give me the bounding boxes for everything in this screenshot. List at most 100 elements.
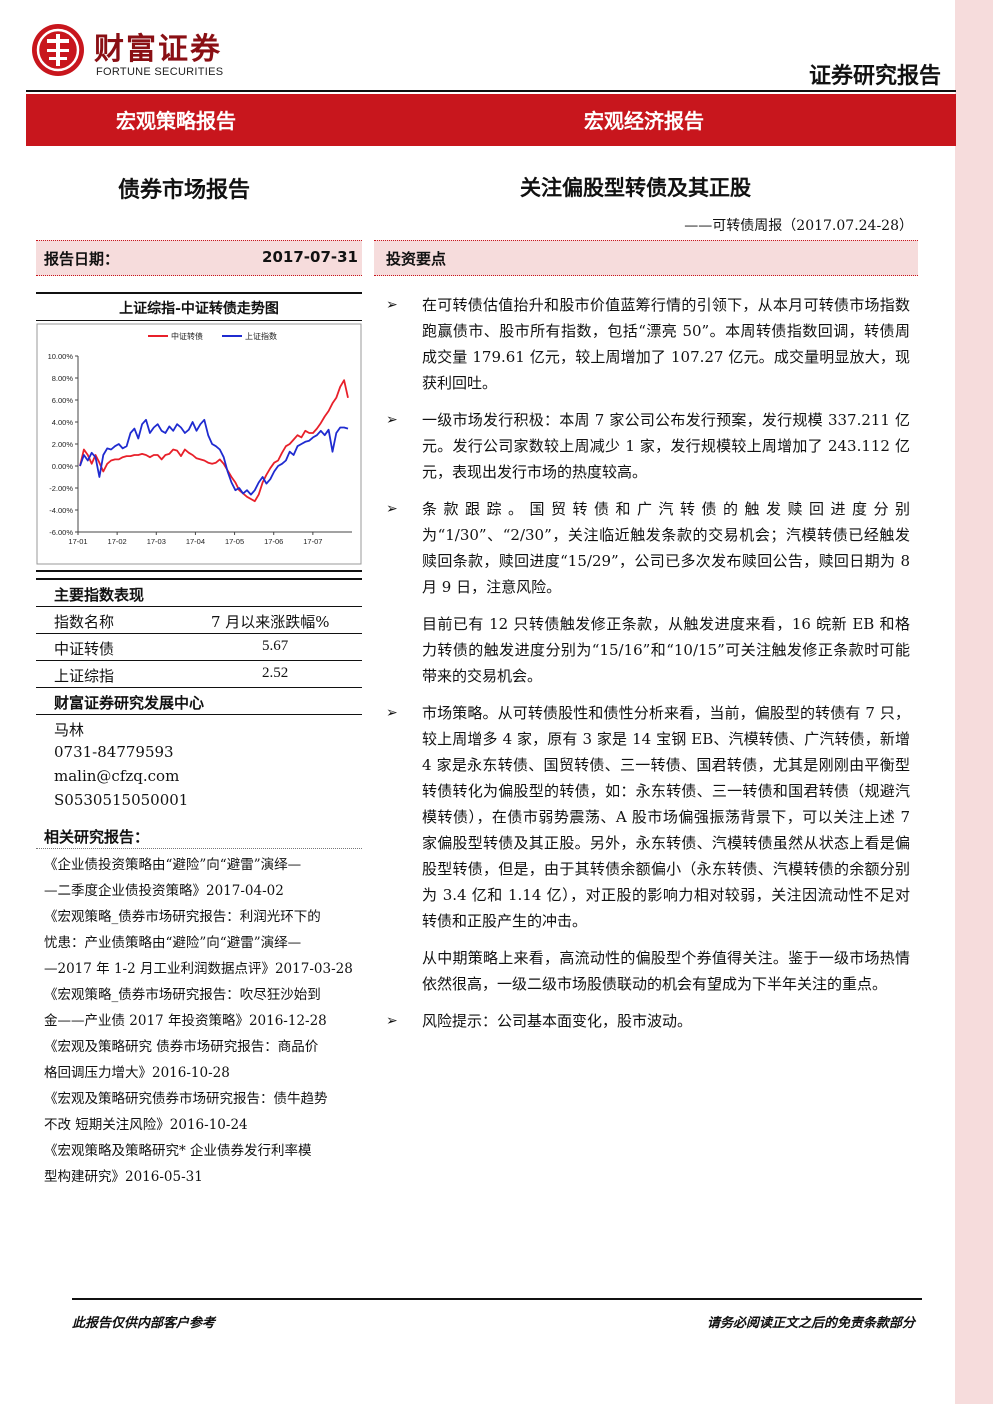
logo-emblem-icon: [32, 24, 84, 76]
x-tick-label: 17-07: [303, 537, 322, 546]
chart-frame: [36, 323, 362, 565]
category-band: 宏观策略报告 宏观经济报告: [26, 94, 956, 146]
bullet-risk-warning: ➢ 风险提示：公司基本面变化，股市波动。: [386, 1008, 910, 1034]
report-date-label: 报告日期：: [44, 250, 120, 268]
research-center-row: 财富证券研究发展中心: [36, 688, 362, 715]
related-report-line: —2017 年 1-2 月工业利润数据点评》2017-03-28: [44, 961, 353, 977]
side-strip: [955, 0, 993, 1404]
index-header-change: 7 月以来涨跌幅%: [211, 613, 330, 631]
header-divider: [26, 90, 956, 92]
footer-disclaimer: 请务必阅读正文之后的免责条款部分: [706, 1316, 915, 1331]
bullet-arrow-icon: ➢: [386, 501, 398, 517]
y-tick-label: -4.00%: [49, 506, 73, 515]
paragraph-midterm-strategy: 从中期策略上来看，高流动性的偏股型个券值得关注。鉴于一级市场热情依然很高，一级二…: [422, 949, 910, 993]
y-tick-label: 0.00%: [52, 462, 74, 471]
related-report-line: 《宏观策略及策略研究* 企业债券发行利率模: [44, 1143, 312, 1159]
legend-label: 中证转债: [171, 331, 203, 341]
x-tick-label: 17-03: [147, 537, 166, 546]
bullet-arrow-icon: ➢: [386, 1013, 398, 1029]
related-reports-header: 相关研究报告：: [36, 826, 362, 849]
investment-points-label: 投资要点: [386, 250, 447, 268]
related-report-line: 《宏观及策略研究债券市场研究报告：债牛趋势: [44, 1091, 328, 1107]
bullet-market-index: ➢ 在可转债估值抬升和股市价值蓝筹行情的引领下，从本月可转债市场指数跑赢债市、股市…: [386, 292, 910, 396]
y-tick-label: 10.00%: [48, 352, 74, 361]
x-tick-label: 17-04: [186, 537, 205, 546]
bullet-text: 市场策略。从可转债股性和债性分析来看，当前，偏股型的转债有 7 只，较上周增多 …: [422, 704, 910, 930]
bullet-arrow-icon: ➢: [386, 297, 398, 313]
footer-divider: [72, 1298, 922, 1300]
table-row: 中证转债 5.67: [36, 634, 362, 661]
x-tick-label: 17-02: [108, 537, 127, 546]
paragraph-revision-clause: 目前已有 12 只转债触发修正条款，从触发进度来看，16 皖新 EB 和格力转债…: [422, 615, 910, 685]
index-table-title: 主要指数表现: [54, 586, 145, 604]
analyst-cert: S0530515050001: [54, 791, 189, 809]
trend-chart: 上证综指-中证转债走势图 10.00% 8.00% 6.00% 4.00% 2.00% 0…: [36, 292, 362, 572]
related-report-line: —二季度企业债投资策略》2017-04-02: [44, 883, 284, 899]
footer-left: 此报告仅供内部客户参考: [72, 1316, 216, 1331]
related-reports-title: 相关研究报告：: [44, 828, 150, 846]
analyst-name-row: 马林: [36, 715, 362, 739]
investment-points: ➢ 在可转债估值抬升和股市价值蓝筹行情的引领下，从本月可转债市场指数跑赢债市、股市…: [386, 292, 910, 1045]
index-change: 5.67: [262, 638, 289, 654]
related-report-line: 型构建研究》2016-05-31: [44, 1169, 203, 1185]
y-tick-label: 4.00%: [52, 418, 74, 427]
analyst-email[interactable]: malin@cfzq.com: [54, 767, 179, 785]
logo-cn-text: 财富证券: [94, 32, 222, 67]
index-table-title-row: 主要指数表现: [36, 580, 362, 607]
section-title: 债券市场报告: [118, 177, 251, 203]
analyst-cert-row: S0530515050001: [36, 787, 362, 811]
bullet-arrow-icon: ➢: [386, 412, 398, 428]
investment-points-bar: 投资要点: [374, 240, 918, 276]
x-tick-label: 17-01: [68, 537, 87, 546]
report-title: 关注偏股型转债及其正股: [520, 175, 751, 200]
bullet-primary-market: ➢ 一级市场发行积极：本周 7 家公司公布发行预案，发行规模 337.211 亿元…: [386, 407, 910, 485]
company-logo: 财富证券 FORTUNE SECURITIES: [30, 22, 250, 82]
index-name: 上证综指: [54, 667, 115, 685]
bullet-text: 风险提示：公司基本面变化，股市波动。: [422, 1012, 693, 1030]
y-tick-label: 6.00%: [52, 396, 74, 405]
analyst-phone-row: 0731-84779593: [36, 739, 362, 763]
related-report-line: 金——产业债 2017 年投资策略》2016-12-28: [44, 1013, 327, 1029]
bullet-market-strategy: ➢ 市场策略。从可转债股性和债性分析来看，当前，偏股型的转债有 7 只，较上周增多…: [386, 700, 910, 934]
y-tick-label: 2.00%: [52, 440, 74, 449]
document-type: 证券研究报告: [808, 63, 941, 89]
related-report-line: 格回调压力增大》2016-10-28: [44, 1065, 230, 1081]
y-tick-label: -6.00%: [49, 528, 73, 537]
related-report-line: 《企业债投资策略由“避险”向“避雷”演绎—: [44, 857, 302, 873]
chart-plot: 10.00% 8.00% 6.00% 4.00% 2.00% 0.00% -2.00% -4.…: [36, 323, 362, 565]
report-date-bar: 报告日期： 2017-07-31: [36, 240, 362, 276]
analyst-phone: 0731-84779593: [54, 743, 174, 761]
bullet-arrow-icon: ➢: [386, 705, 398, 721]
chart-title-divider: [36, 320, 362, 321]
related-report-line: 《宏观策略_债券市场研究报告：利润光环下的: [44, 909, 321, 925]
category-left: 宏观策略报告: [116, 109, 236, 133]
bullet-clause-tracking: ➢ 条款跟踪。国贸转债和广汽转债的触发赎回进度分别为“1/30”、“2/30”，关…: [386, 496, 910, 600]
bullet-text: 在可转债估值抬升和股市价值蓝筹行情的引领下，从本月可转债市场指数跑赢债市、股市所…: [422, 296, 910, 392]
table-row: 上证综指 2.52: [36, 661, 362, 688]
related-report-line: 《宏观策略_债券市场研究报告：吹尽狂沙始到: [44, 987, 321, 1003]
index-table: 主要指数表现 指数名称 7 月以来涨跌幅% 中证转债 5.67 上证综指 2.5…: [36, 580, 362, 811]
index-header-name: 指数名称: [54, 613, 115, 631]
category-right: 宏观经济报告: [584, 109, 704, 133]
chart-title: 上证综指-中证转债走势图: [119, 301, 279, 317]
legend-label: 上证指数: [245, 331, 277, 341]
index-table-header-row: 指数名称 7 月以来涨跌幅%: [36, 607, 362, 634]
y-tick-label: 8.00%: [52, 374, 74, 383]
report-date-value: 2017-07-31: [262, 248, 358, 266]
related-report-line: 《宏观及策略研究 债券市场研究报告：商品价: [44, 1039, 319, 1055]
research-center-title: 财富证券研究发展中心: [54, 694, 205, 712]
analyst-name: 马林: [54, 721, 85, 739]
x-tick-label: 17-05: [225, 537, 244, 546]
related-reports-list: 《企业债投资策略由“避险”向“避雷”演绎— —二季度企业债投资策略》2017-0…: [44, 852, 360, 1190]
bullet-text: 条款跟踪。国贸转债和广汽转债的触发赎回进度分别为“1/30”、“2/30”，关注…: [422, 500, 910, 596]
analyst-email-row: malin@cfzq.com: [36, 763, 362, 787]
bullet-text: 一级市场发行积极：本周 7 家公司公布发行预案，发行规模 337.211 亿元。…: [422, 411, 910, 481]
logo-en-text: FORTUNE SECURITIES: [96, 66, 224, 78]
y-tick-label: -2.00%: [49, 484, 73, 493]
index-change: 2.52: [262, 665, 289, 681]
related-report-line: 不改 短期关注风险》2016-10-24: [44, 1117, 248, 1133]
related-report-line: 忧患：产业债策略由“避险”向“避雷”演绎—: [44, 935, 302, 951]
index-name: 中证转债: [54, 640, 115, 658]
report-subtitle: ——可转债周报（2017.07.24-28）: [684, 218, 913, 234]
x-tick-label: 17-06: [264, 537, 283, 546]
